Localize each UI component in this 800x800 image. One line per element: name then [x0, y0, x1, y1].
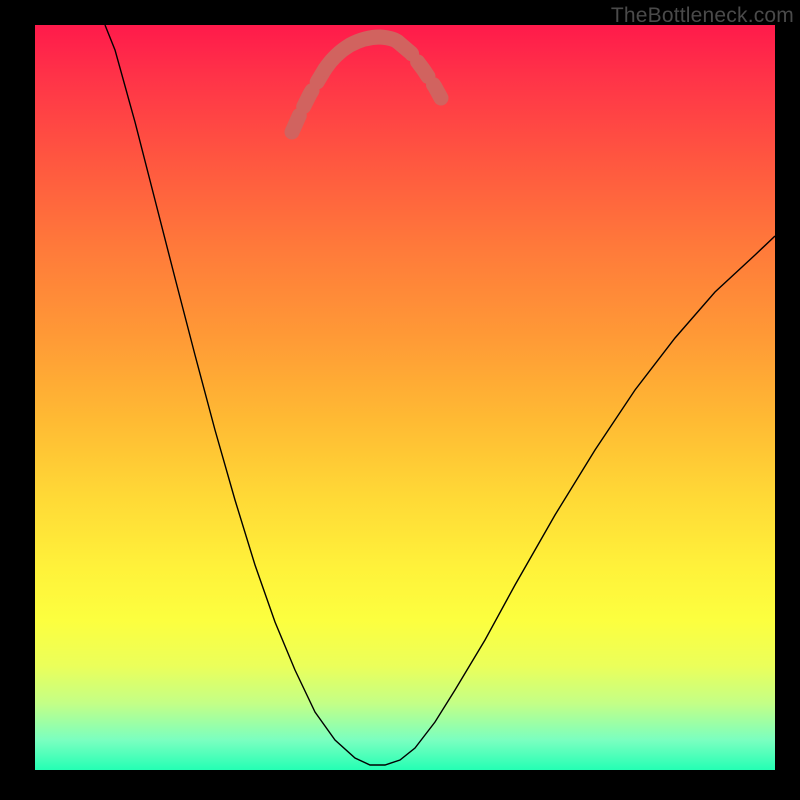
left-beads	[292, 69, 325, 132]
trough-beads	[325, 37, 398, 69]
bottleneck-curve	[105, 25, 775, 765]
watermark-text: TheBottleneck.com	[611, 4, 794, 28]
right-beads	[398, 42, 441, 98]
chart-plot-area	[35, 25, 775, 770]
chart-frame: TheBottleneck.com	[0, 0, 800, 800]
chart-svg	[35, 25, 775, 770]
